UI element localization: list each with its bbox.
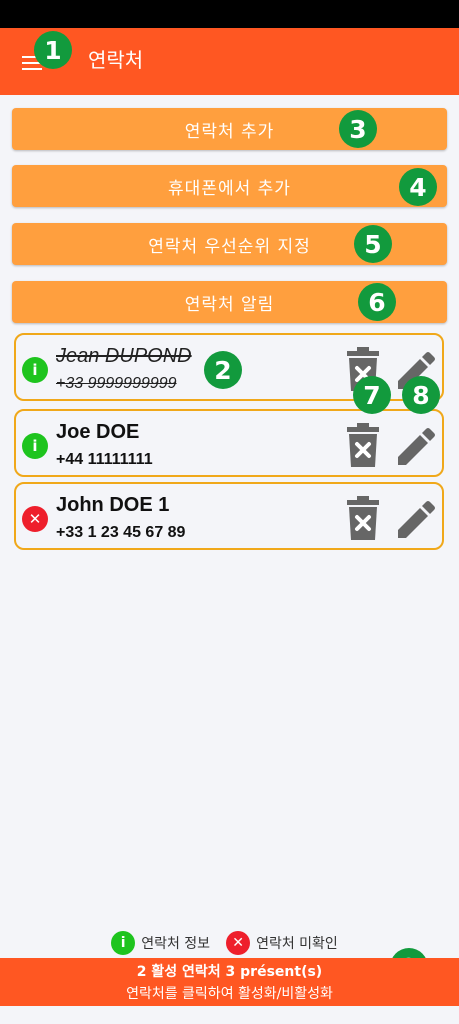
info-icon[interactable]: i	[22, 433, 48, 459]
contact-phone: +44 11111111	[56, 451, 153, 468]
contact-name: Jean DUPOND	[56, 345, 192, 367]
app-bar: 연락처	[0, 28, 459, 95]
legend-unverified-label: 연락처 미확인	[256, 936, 338, 952]
trash-icon[interactable]	[346, 496, 380, 540]
summary-footer: 2 활성 연락처 3 présent(s) 연락처를 클릭하여 활성화/비활성화	[0, 958, 459, 1006]
legend-info-label: 연락처 정보	[141, 936, 211, 952]
add-contact-button[interactable]: 연락처 추가	[12, 108, 447, 150]
pencil-icon[interactable]	[394, 425, 436, 467]
annotation-badge: 4	[399, 168, 437, 206]
active-count-text: 2 활성 연락처 3 présent(s)	[136, 964, 323, 980]
system-status-bar	[0, 0, 459, 28]
add-from-phone-button[interactable]: 휴대폰에서 추가	[12, 165, 447, 207]
status-legend: i 연락처 정보 ✕ 연락처 미확인	[0, 930, 459, 956]
annotation-badge: 8	[402, 376, 440, 414]
annotation-badge: 6	[358, 283, 396, 321]
info-icon[interactable]: i	[22, 357, 48, 383]
contact-phone: +33 9999999999	[56, 375, 177, 392]
annotation-badge: 1	[34, 31, 72, 69]
footer-hint-text: 연락처를 클릭하여 활성화/비활성화	[126, 986, 333, 1002]
contact-card[interactable]: i Joe DOE +44 11111111	[14, 409, 444, 477]
annotation-badge: 2	[204, 351, 242, 389]
annotation-badge: 5	[354, 225, 392, 263]
contact-name: Joe DOE	[56, 421, 140, 443]
trash-icon[interactable]	[346, 423, 380, 467]
page-title: 연락처	[88, 48, 144, 72]
contact-card[interactable]: ✕ John DOE 1 +33 1 23 45 67 89	[14, 482, 444, 550]
contact-name: John DOE 1	[56, 494, 170, 516]
annotation-badge: 7	[353, 376, 391, 414]
pencil-icon[interactable]	[394, 498, 436, 540]
contact-phone: +33 1 23 45 67 89	[56, 524, 186, 541]
error-icon: ✕	[226, 931, 251, 955]
info-icon: i	[111, 931, 136, 955]
error-icon[interactable]: ✕	[22, 506, 48, 532]
system-nav-bar	[0, 1006, 459, 1024]
annotation-badge: 3	[339, 110, 377, 148]
